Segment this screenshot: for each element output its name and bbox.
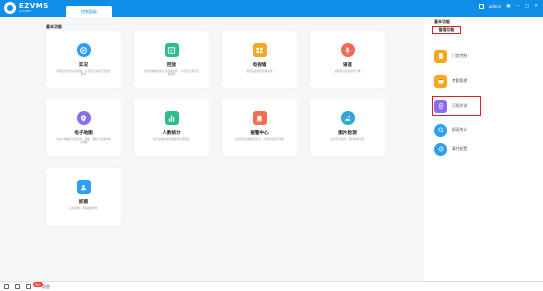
window-controls: admin ▣ — □ ✕ — [478, 4, 538, 9]
card-image-detection[interactable]: 图片检测 实时显示图片，提供检索功能 — [310, 99, 385, 156]
card-alarm-center[interactable]: 报警中心 实时显示设备报警信息，并进行处理与查询 — [222, 99, 297, 156]
card-desc: 实时显示图片，提供检索功能 — [330, 138, 365, 141]
side-item-label: 门禁控制 — [452, 53, 468, 58]
door-icon — [434, 49, 447, 63]
card-desc: 添加设备并配置电视墙 — [246, 70, 273, 73]
card-desc: 搜索并播放监控点的录像文件，以监控点进行回放操作 — [144, 70, 199, 77]
card-title: 实况 — [78, 63, 89, 68]
side-item-label: 事件配置 — [452, 146, 468, 151]
bar-chart-icon — [164, 111, 179, 125]
card-desc: 在电子地图显示监控点，编辑、删除以及使用电子地图 — [56, 138, 111, 145]
side-subheading[interactable]: 管理功能 — [432, 26, 461, 34]
app-subtitle: SYSTEM — [19, 9, 31, 13]
user-name[interactable]: admin — [489, 4, 502, 9]
card-live-view[interactable]: 实况 查看监控点的实时画面，以监控点进行实况监控操作 — [46, 31, 121, 88]
attendance-icon — [434, 74, 447, 88]
card-title: 人数统计 — [162, 131, 181, 136]
title-bar: EZVMS SYSTEM 控制面板 admin ▣ — □ ✕ — [0, 0, 543, 17]
card-desc: 统计设备的客流数据并生成报表 — [153, 138, 190, 141]
logo-icon — [4, 2, 16, 14]
side-item-event-config[interactable]: 事件配置 — [434, 142, 534, 156]
tv-wall-icon — [252, 43, 267, 57]
side-heading: 基本功能 — [434, 19, 450, 24]
lock-icon[interactable]: ▣ — [506, 4, 510, 9]
tab-control-panel[interactable]: 控制面板 — [66, 6, 112, 17]
side-item-report[interactable]: 报表统计 — [434, 123, 534, 137]
card-capture[interactable]: 抓图 实时抓图，查看截图文件 — [46, 168, 121, 226]
card-desc: 实时抓图，查看截图文件 — [69, 207, 98, 210]
person-card-icon — [76, 180, 91, 194]
card-people-count[interactable]: 人数统计 统计设备的客流数据并生成报表 — [134, 99, 209, 156]
image-icon — [340, 111, 355, 125]
alarm-icon — [252, 111, 267, 125]
card-title: 报警中心 — [250, 131, 269, 136]
message-label[interactable]: 消息 — [42, 284, 50, 290]
status-bar: 99+ 消息 — [0, 281, 543, 291]
section-title: 基本功能 — [46, 24, 62, 29]
side-item-access-control[interactable]: 门禁控制 — [434, 49, 534, 63]
home-icon[interactable] — [4, 284, 9, 289]
user-avatar-icon[interactable] — [478, 4, 484, 9]
event-icon — [434, 142, 447, 156]
card-tv-wall[interactable]: 电视墙 添加设备并配置电视墙 — [222, 31, 297, 88]
card-e-map[interactable]: 电子地图 在电子地图显示监控点，编辑、删除以及使用电子地图 — [46, 99, 121, 156]
app-logo: EZVMS SYSTEM — [4, 2, 49, 14]
report-icon — [434, 123, 447, 137]
card-voice[interactable]: 语音 选择语音设备进行广播 — [310, 31, 385, 88]
side-item-attendance[interactable]: 考勤管理 — [434, 74, 534, 88]
card-title: 抓图 — [78, 200, 89, 205]
card-title: 电子地图 — [74, 131, 93, 136]
side-panel: 基本功能 管理功能 门禁控制 考勤管理 可视对讲 报表统计 事件配置 — [424, 17, 543, 281]
notification-icon[interactable] — [15, 284, 20, 289]
card-desc: 查看监控点的实时画面，以监控点进行实况监控操作 — [56, 70, 111, 77]
card-title: 语音 — [342, 63, 353, 68]
message-icon[interactable] — [26, 284, 31, 289]
playback-icon — [164, 43, 179, 57]
camera-icon — [76, 43, 91, 57]
microphone-icon — [340, 43, 355, 57]
highlight-box — [432, 96, 481, 116]
side-item-label: 报表统计 — [452, 127, 468, 132]
side-item-label: 考勤管理 — [452, 78, 468, 83]
minimize-icon[interactable]: — — [515, 4, 520, 9]
map-pin-icon — [76, 111, 91, 125]
close-icon[interactable]: ✕ — [534, 4, 538, 9]
card-title: 电视墙 — [252, 63, 267, 68]
card-title: 回放 — [166, 63, 177, 68]
card-desc: 实时显示设备报警信息，并进行处理与查询 — [234, 138, 285, 141]
maximize-icon[interactable]: □ — [525, 4, 529, 9]
card-playback[interactable]: 回放 搜索并播放监控点的录像文件，以监控点进行回放操作 — [134, 31, 209, 88]
card-title: 图片检测 — [338, 131, 357, 136]
card-desc: 选择语音设备进行广播 — [334, 70, 361, 73]
